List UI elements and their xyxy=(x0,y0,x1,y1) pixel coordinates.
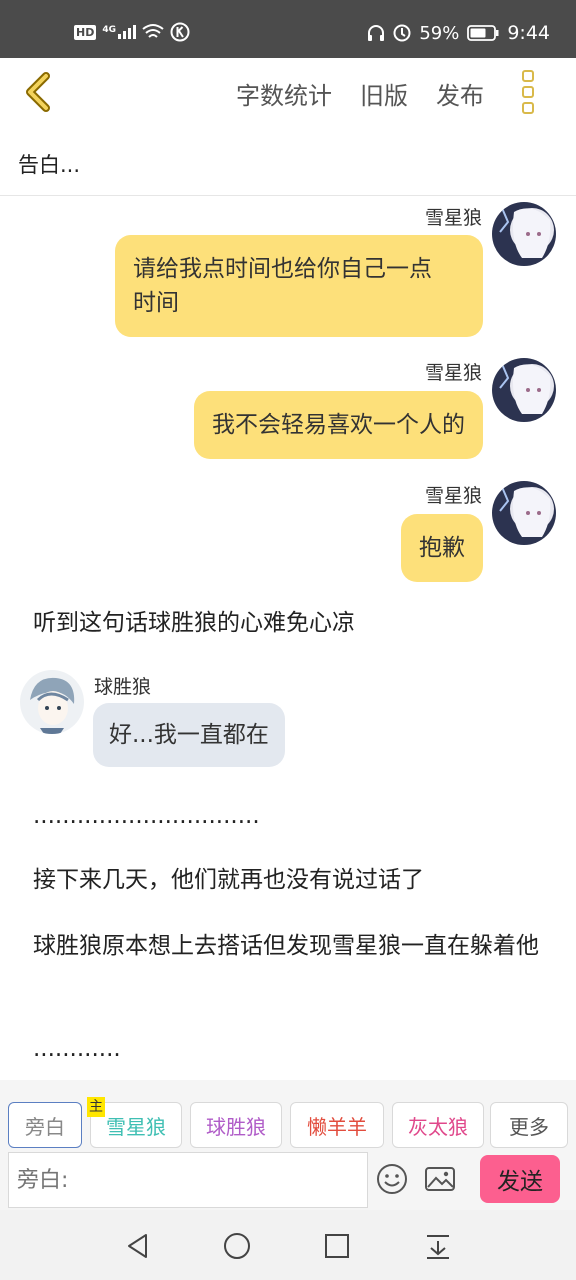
data-saver-icon xyxy=(393,24,411,42)
status-left-icons: HD 4G xyxy=(74,22,190,42)
message-bubble[interactable]: 我不会轻易喜欢一个人的 xyxy=(194,391,483,459)
speaker-name: 球胜狼 xyxy=(94,676,152,698)
top-nav-links: 字数统计 旧版 发布 xyxy=(236,76,484,111)
reply-bubble[interactable]: 好...我一直都在 xyxy=(93,703,285,767)
compose-bar: 发送 xyxy=(0,1148,576,1210)
avatar-xuexinglang[interactable] xyxy=(492,358,556,422)
battery-percent: 59% xyxy=(419,22,460,44)
message-bubble[interactable]: 请给我点时间也给你自己一点 时间 xyxy=(115,235,483,337)
word-count-link[interactable]: 字数统计 xyxy=(236,76,332,111)
speaker-name: 雪星狼 xyxy=(424,485,482,507)
nav-recents-icon[interactable] xyxy=(323,1232,351,1260)
role-lanyangyang[interactable]: 懒羊羊 xyxy=(290,1102,384,1148)
image-icon[interactable] xyxy=(423,1162,457,1196)
k-badge-icon xyxy=(170,22,190,42)
battery-icon xyxy=(467,25,499,41)
narration-text[interactable]: 球胜狼原本想上去搭话但发现雪星狼一直在躲着他 xyxy=(33,929,553,963)
speaker-name: 雪星狼 xyxy=(424,207,482,229)
story-title-bar: 告白... xyxy=(0,132,576,196)
story-title[interactable]: 告白... xyxy=(18,149,80,179)
avatar-qiushenglang[interactable] xyxy=(20,670,84,734)
message-input[interactable] xyxy=(8,1152,368,1208)
emoji-icon[interactable] xyxy=(375,1162,409,1196)
role-xuexinglang[interactable]: 主 雪星狼 xyxy=(87,1097,182,1148)
4g-signal-icon: 4G xyxy=(102,25,136,39)
old-version-link[interactable]: 旧版 xyxy=(360,76,408,111)
more-menu-icon[interactable] xyxy=(522,70,538,114)
nav-back-icon[interactable] xyxy=(124,1232,152,1260)
narration-text[interactable]: 听到这句话球胜狼的心难免心凉 xyxy=(33,606,553,640)
nav-home-icon[interactable] xyxy=(223,1232,251,1260)
nav-notification-pull-icon[interactable] xyxy=(424,1232,452,1260)
speaker-name: 雪星狼 xyxy=(424,362,482,384)
system-nav-bar xyxy=(0,1210,576,1280)
avatar-xuexinglang[interactable] xyxy=(492,202,556,266)
headphones-icon xyxy=(368,25,385,41)
wifi-icon xyxy=(142,24,164,38)
status-bar: HD 4G 59% 9:44 xyxy=(0,0,576,58)
role-narrator[interactable]: 旁白 xyxy=(8,1102,82,1148)
role-huitailang[interactable]: 灰太狼 xyxy=(392,1102,484,1148)
back-arrow-icon[interactable] xyxy=(18,70,62,114)
top-bar: 字数统计 旧版 发布 xyxy=(0,58,576,132)
main-role-tag: 主 xyxy=(87,1097,105,1117)
narration-text[interactable]: 接下来几天，他们就再也没有说过话了 xyxy=(33,863,553,897)
status-right: 59% 9:44 xyxy=(367,22,550,44)
send-button[interactable]: 发送 xyxy=(480,1155,560,1203)
narration-text[interactable]: ............ xyxy=(33,1032,553,1066)
publish-link[interactable]: 发布 xyxy=(436,76,484,111)
narration-text[interactable]: ............................... xyxy=(33,799,553,833)
avatar-xuexinglang[interactable] xyxy=(492,481,556,545)
role-qiushenglang[interactable]: 球胜狼 xyxy=(190,1102,282,1148)
chat-area[interactable]: 雪星狼 请给我点时间也给你自己一点 时间 雪星狼 我不会轻易喜欢一个人的 雪星狼 xyxy=(0,196,576,1080)
role-selector-bar: 旁白 主 雪星狼 球胜狼 懒羊羊 灰太狼 更多 xyxy=(0,1080,576,1148)
hd-icon: HD xyxy=(74,24,97,40)
message-bubble[interactable]: 抱歉 xyxy=(401,514,483,582)
more-roles-button[interactable]: 更多 xyxy=(490,1102,568,1148)
clock: 9:44 xyxy=(507,22,550,44)
